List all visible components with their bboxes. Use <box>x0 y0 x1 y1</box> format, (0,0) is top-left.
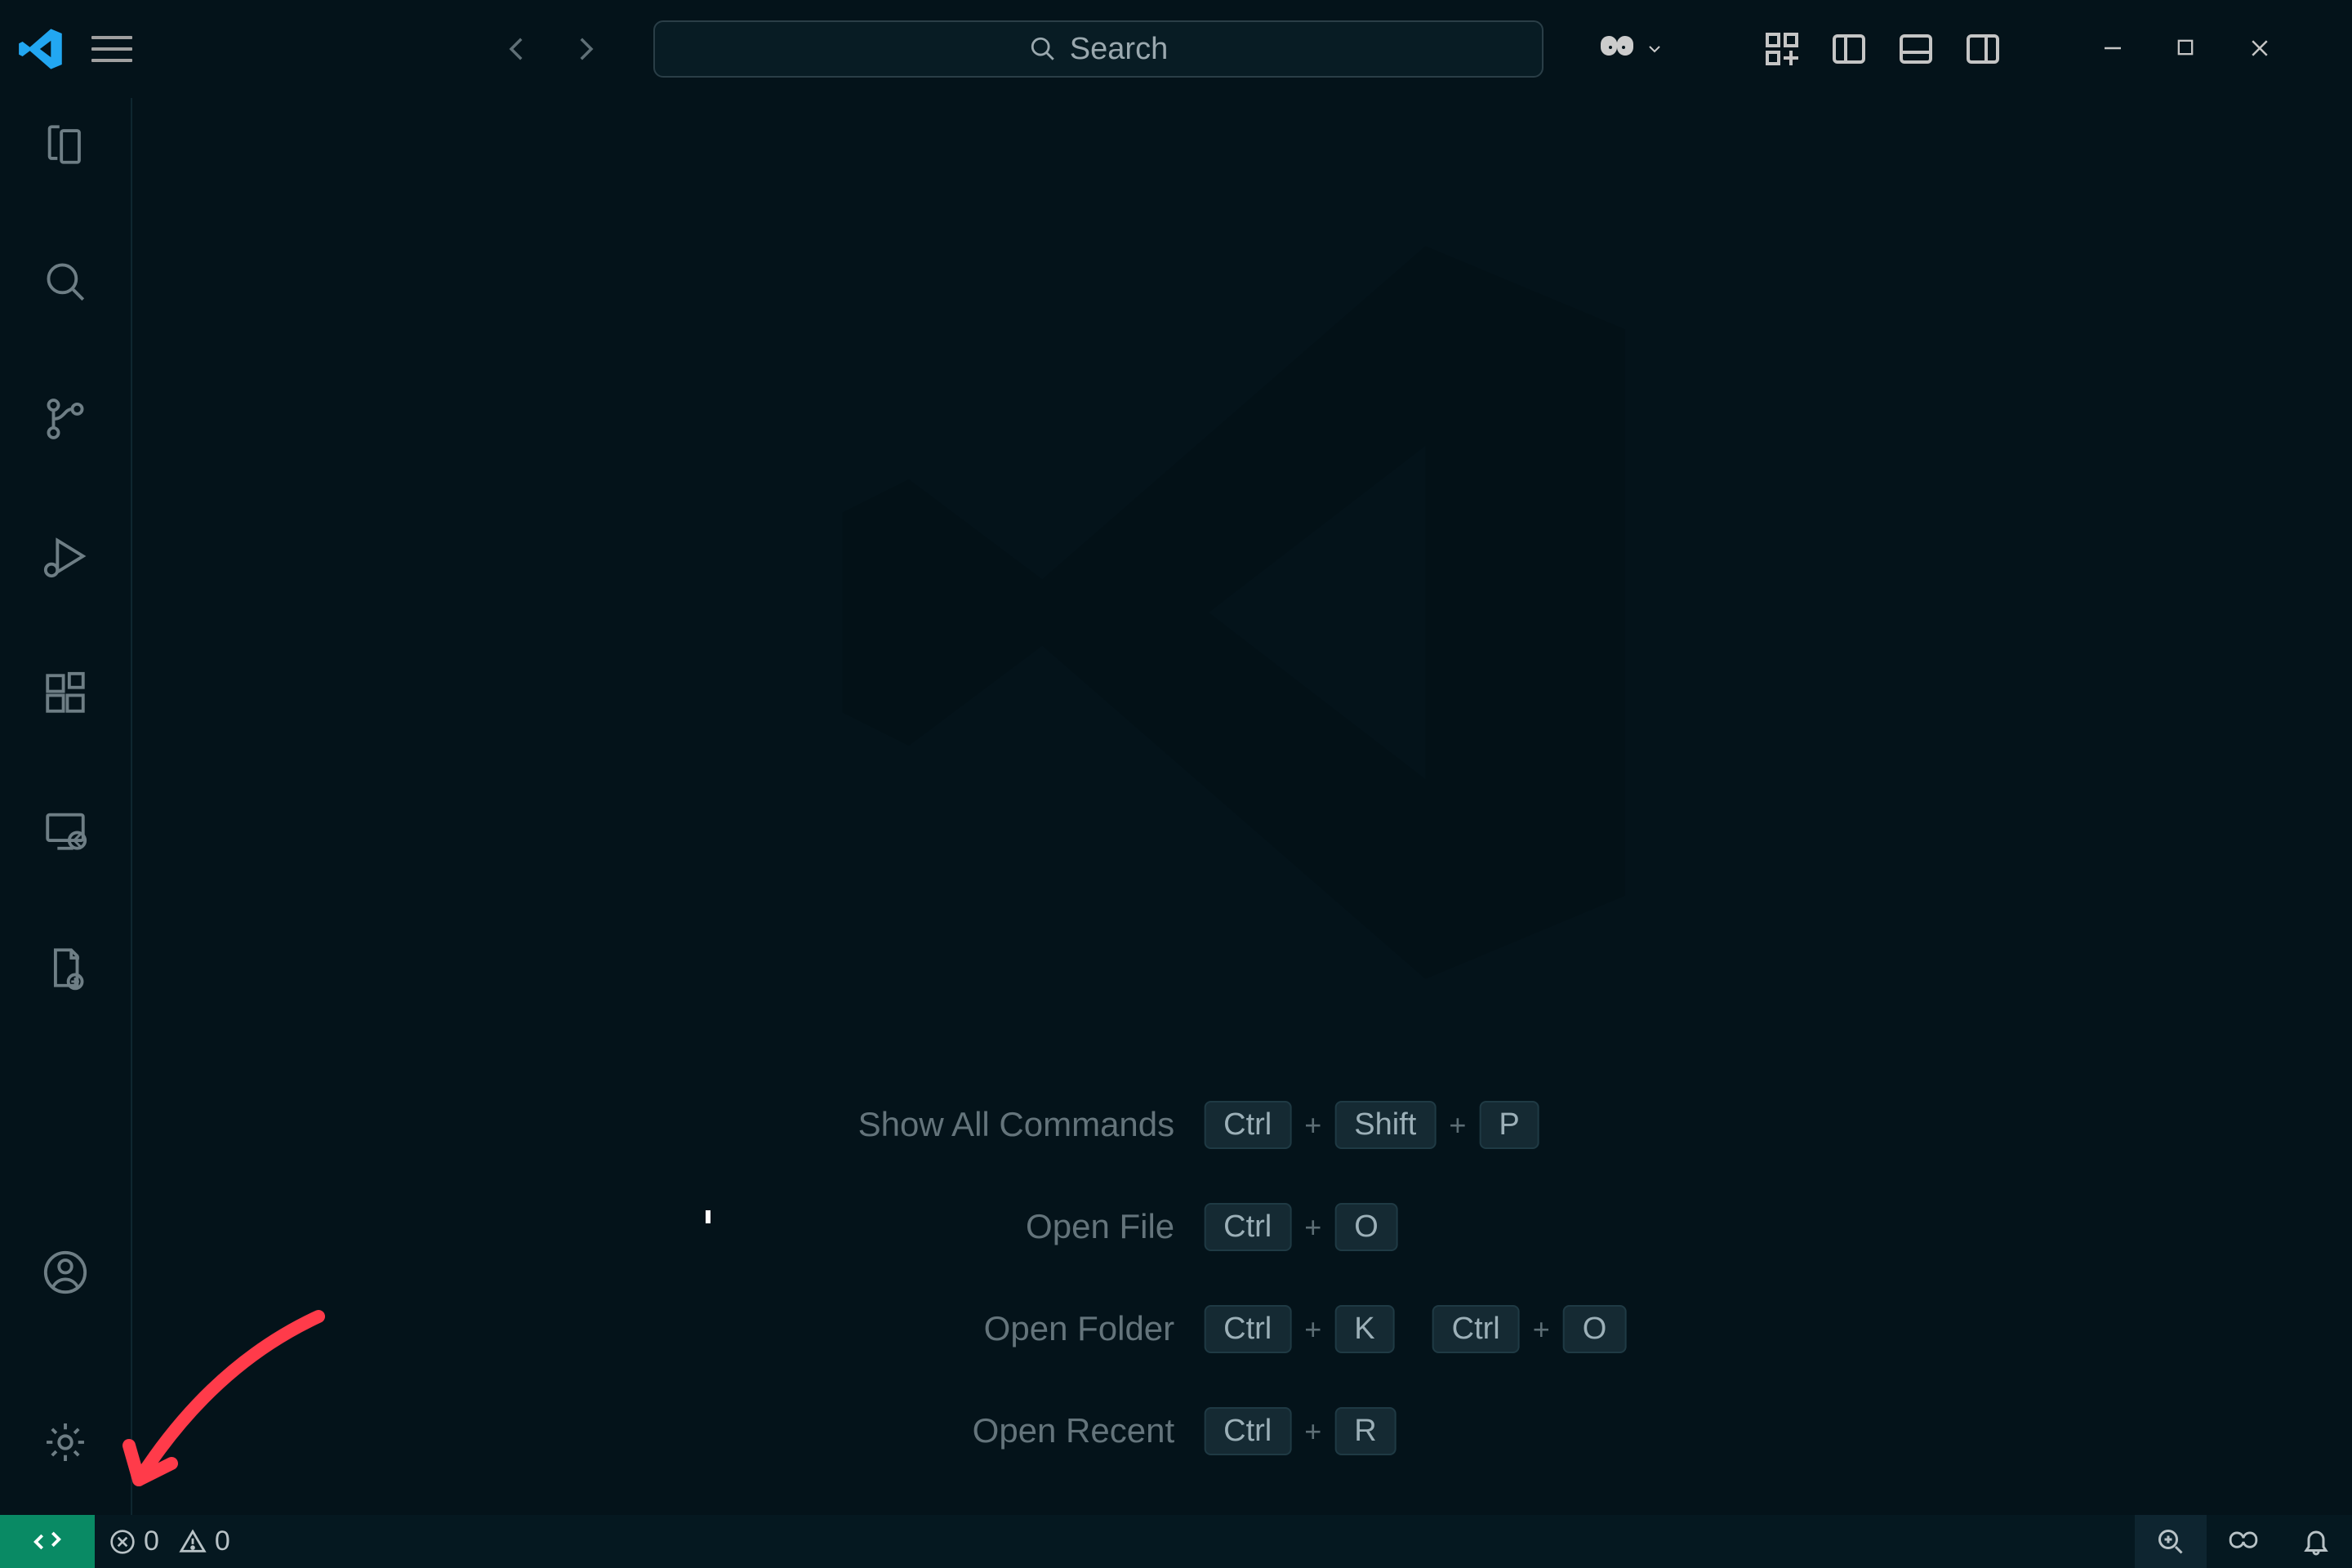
search-icon <box>1029 35 1057 63</box>
status-bar: 0 0 <box>0 1515 2352 1568</box>
mouse-cursor <box>706 1210 710 1223</box>
warning-count: 0 <box>215 1526 230 1557</box>
key-cap: Ctrl <box>1204 1101 1291 1149</box>
vscode-logo-icon <box>15 23 67 75</box>
nav-forward-button[interactable] <box>568 32 603 66</box>
title-bar: Search <box>0 0 2352 98</box>
window-minimize-button[interactable] <box>2100 36 2127 62</box>
extensions-icon[interactable] <box>42 670 89 717</box>
key-cap: Ctrl <box>1432 1305 1520 1353</box>
remote-explorer-icon[interactable] <box>42 807 89 854</box>
copilot-icon <box>1597 29 1637 69</box>
activity-bar <box>0 98 132 1515</box>
customize-layout-button[interactable] <box>1762 29 1802 69</box>
key-cap: O <box>1334 1203 1398 1251</box>
bell-icon <box>2301 1527 2331 1557</box>
nav-back-button[interactable] <box>500 32 534 66</box>
key-cap: Ctrl <box>1204 1407 1291 1455</box>
key-cap: O <box>1563 1305 1627 1353</box>
vscode-watermark-icon <box>826 196 1659 1029</box>
cmake-icon[interactable] <box>42 944 89 991</box>
key-plus: + <box>1303 1414 1323 1449</box>
shortcut-label: Show All Commands <box>858 1102 1175 1148</box>
shortcut-label: Open File <box>858 1204 1175 1250</box>
manage-gear-icon[interactable] <box>42 1419 89 1466</box>
shortcut-keys: Ctrl + O <box>1204 1203 1626 1251</box>
shortcut-keys: Ctrl + Shift + P <box>1204 1101 1626 1149</box>
remote-icon <box>32 1526 63 1557</box>
shortcut-keys: Ctrl + R <box>1204 1407 1626 1455</box>
key-cap: Ctrl <box>1204 1203 1291 1251</box>
welcome-shortcut-list: Show All Commands Ctrl + Shift + P Open Fi… <box>858 1101 1627 1455</box>
search-placeholder: Search <box>1070 32 1168 67</box>
command-center-search[interactable]: Search <box>653 20 1544 78</box>
source-control-icon[interactable] <box>42 395 89 443</box>
key-plus: + <box>1531 1312 1552 1347</box>
key-cap: Ctrl <box>1204 1305 1291 1353</box>
copilot-status-icon <box>2228 1526 2259 1557</box>
shortcut-label: Open Folder <box>858 1306 1175 1352</box>
key-plus: + <box>1303 1210 1323 1245</box>
run-debug-icon[interactable] <box>42 532 89 580</box>
copilot-status-button[interactable] <box>2207 1526 2280 1557</box>
key-cap: K <box>1334 1305 1394 1353</box>
search-icon[interactable] <box>42 258 89 305</box>
shortcut-label: Open Recent <box>858 1408 1175 1454</box>
error-count: 0 <box>144 1526 159 1557</box>
explorer-icon[interactable] <box>42 121 89 168</box>
window-maximize-button[interactable] <box>2174 36 2200 62</box>
key-plus: + <box>1303 1312 1323 1347</box>
key-cap: P <box>1479 1101 1539 1149</box>
window-close-button[interactable] <box>2247 36 2274 62</box>
shortcut-keys: Ctrl + K Ctrl + O <box>1204 1305 1626 1353</box>
copilot-button[interactable] <box>1597 29 1664 69</box>
app-menu-button[interactable] <box>91 34 132 64</box>
accounts-icon[interactable] <box>42 1249 89 1296</box>
remote-indicator-button[interactable] <box>0 1515 95 1568</box>
toggle-primary-sidebar-button[interactable] <box>1829 29 1869 69</box>
error-icon <box>109 1529 136 1555</box>
key-cap: Shift <box>1334 1101 1436 1149</box>
warning-icon <box>179 1528 207 1556</box>
key-plus: + <box>1303 1108 1323 1143</box>
notifications-button[interactable] <box>2280 1527 2352 1557</box>
zoom-button[interactable] <box>2135 1515 2207 1568</box>
toggle-panel-button[interactable] <box>1896 29 1936 69</box>
problems-button[interactable]: 0 0 <box>95 1526 245 1557</box>
key-cap: R <box>1334 1407 1396 1455</box>
zoom-icon <box>2156 1527 2185 1557</box>
key-plus: + <box>1447 1108 1468 1143</box>
toggle-secondary-sidebar-button[interactable] <box>1963 29 2002 69</box>
editor-area: Show All Commands Ctrl + Shift + P Open Fi… <box>132 98 2352 1515</box>
chevron-down-icon <box>1645 39 1664 59</box>
